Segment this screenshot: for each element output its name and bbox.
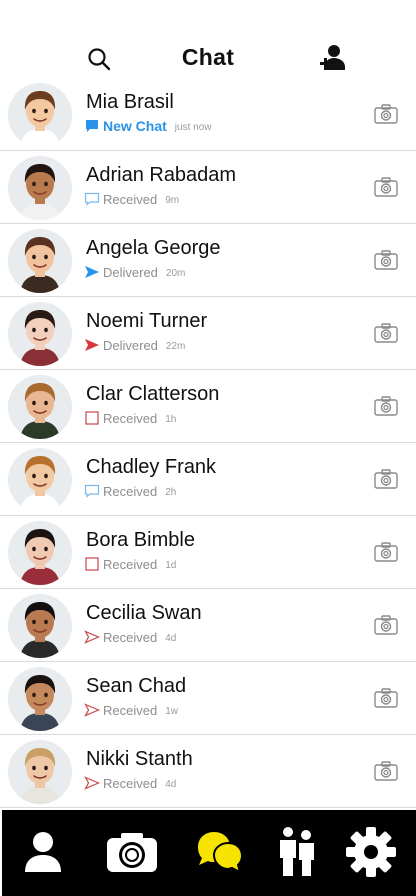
profile-icon[interactable] (20, 824, 66, 880)
chat-list: Mia Brasil New Chat just now Adrian Rabadam… (0, 78, 416, 808)
status-time: 9m (165, 194, 180, 206)
arrow-outline-red-icon (84, 776, 101, 790)
chat-status: Received 1h (84, 410, 176, 426)
contact-name: Cecilia Swan (86, 602, 202, 624)
contact-name: Sean Chad (86, 675, 187, 697)
chat-row[interactable]: Sean Chad Received 1w (0, 662, 416, 735)
status-label: Received (103, 410, 158, 426)
camera-reply-icon[interactable] (374, 615, 398, 635)
camera-reply-icon[interactable] (374, 250, 398, 270)
add-friend-icon[interactable] (318, 43, 348, 73)
chat-row[interactable]: Noemi Turner Delivered 22m (0, 297, 416, 370)
status-label: Received (103, 702, 158, 718)
chat-bubble-outline-blue-icon (84, 192, 100, 206)
status-time: 4d (165, 632, 177, 644)
status-time: 4d (165, 778, 177, 790)
status-label: Received (103, 191, 158, 207)
arrow-outline-red-icon (84, 630, 101, 644)
avatar[interactable] (8, 448, 72, 512)
contact-name: Mia Brasil (86, 91, 174, 113)
contact-name: Clar Clatterson (86, 383, 220, 405)
bottom-tab-bar (2, 810, 416, 896)
avatar[interactable] (8, 83, 72, 147)
status-time: 1w (165, 705, 178, 717)
status-label: Received (103, 775, 158, 791)
chat-row[interactable]: Cecilia Swan Received 4d (0, 589, 416, 662)
camera-reply-icon[interactable] (374, 323, 398, 343)
status-time: 20m (165, 267, 186, 279)
chat-row[interactable]: Clar Clatterson Received 1h (0, 370, 416, 443)
status-time: 1h (165, 413, 177, 425)
camera-reply-icon[interactable] (374, 104, 398, 124)
avatar[interactable] (8, 375, 72, 439)
status-label: Received (103, 483, 158, 499)
contact-name: Angela George (86, 237, 221, 259)
square-outline-red-icon (84, 411, 100, 425)
camera-reply-icon[interactable] (374, 688, 398, 708)
chat-row[interactable]: Mia Brasil New Chat just now (0, 78, 416, 151)
friends-icon[interactable] (278, 824, 318, 880)
arrow-filled-blue-icon (84, 265, 100, 279)
chat-status: Received 2h (84, 483, 176, 499)
avatar[interactable] (8, 667, 72, 731)
camera-reply-icon[interactable] (374, 469, 398, 489)
chat-icon[interactable] (194, 824, 244, 880)
chat-bubble-filled-blue-icon (84, 119, 100, 133)
page-title: Chat (181, 44, 235, 70)
avatar[interactable] (8, 521, 72, 585)
camera-reply-icon[interactable] (374, 542, 398, 562)
chat-row[interactable]: Nikki Stanth Received 4d (0, 735, 416, 808)
avatar[interactable] (8, 594, 72, 658)
contact-name: Bora Bimble (86, 529, 195, 551)
chat-row[interactable]: Adrian Rabadam Received 9m (0, 151, 416, 224)
contact-name: Adrian Rabadam (86, 164, 237, 186)
status-time: 22m (165, 340, 186, 352)
settings-icon[interactable] (344, 824, 398, 880)
status-label: Delivered (103, 264, 158, 280)
avatar[interactable] (8, 302, 72, 366)
status-label: New Chat (103, 118, 167, 134)
chat-row[interactable]: Bora Bimble Received 1d (0, 516, 416, 589)
camera-reply-icon[interactable] (374, 396, 398, 416)
avatar[interactable] (8, 740, 72, 804)
status-label: Received (103, 629, 158, 645)
chat-status: Received 1w (84, 702, 178, 718)
chat-status: Received 1d (84, 556, 176, 572)
header: Chat (0, 0, 416, 82)
chat-status: New Chat just now (84, 118, 211, 134)
chat-status: Delivered 20m (84, 264, 185, 280)
chat-status: Received 4d (84, 629, 176, 645)
chat-status: Received 9m (84, 191, 179, 207)
status-time: 1d (165, 559, 177, 571)
chat-status: Delivered 22m (84, 337, 185, 353)
contact-name: Noemi Turner (86, 310, 208, 332)
contact-name: Nikki Stanth (86, 748, 193, 770)
square-outline-red-icon (84, 557, 100, 571)
camera-reply-icon[interactable] (374, 177, 398, 197)
chat-status: Received 4d (84, 775, 176, 791)
status-label: Received (103, 556, 158, 572)
chat-row[interactable]: Chadley Frank Received 2h (0, 443, 416, 516)
chat-row[interactable]: Angela George Delivered 20m (0, 224, 416, 297)
avatar[interactable] (8, 229, 72, 293)
status-time: just now (174, 121, 212, 133)
status-time: 2h (165, 486, 177, 498)
arrow-outline-red-icon (84, 703, 101, 717)
avatar[interactable] (8, 156, 72, 220)
camera-reply-icon[interactable] (374, 761, 398, 781)
status-label: Delivered (103, 337, 158, 353)
chat-bubble-outline-blue-icon (84, 484, 100, 498)
camera-icon[interactable] (105, 824, 159, 880)
contact-name: Chadley Frank (86, 456, 217, 478)
arrow-filled-red-icon (84, 338, 100, 352)
